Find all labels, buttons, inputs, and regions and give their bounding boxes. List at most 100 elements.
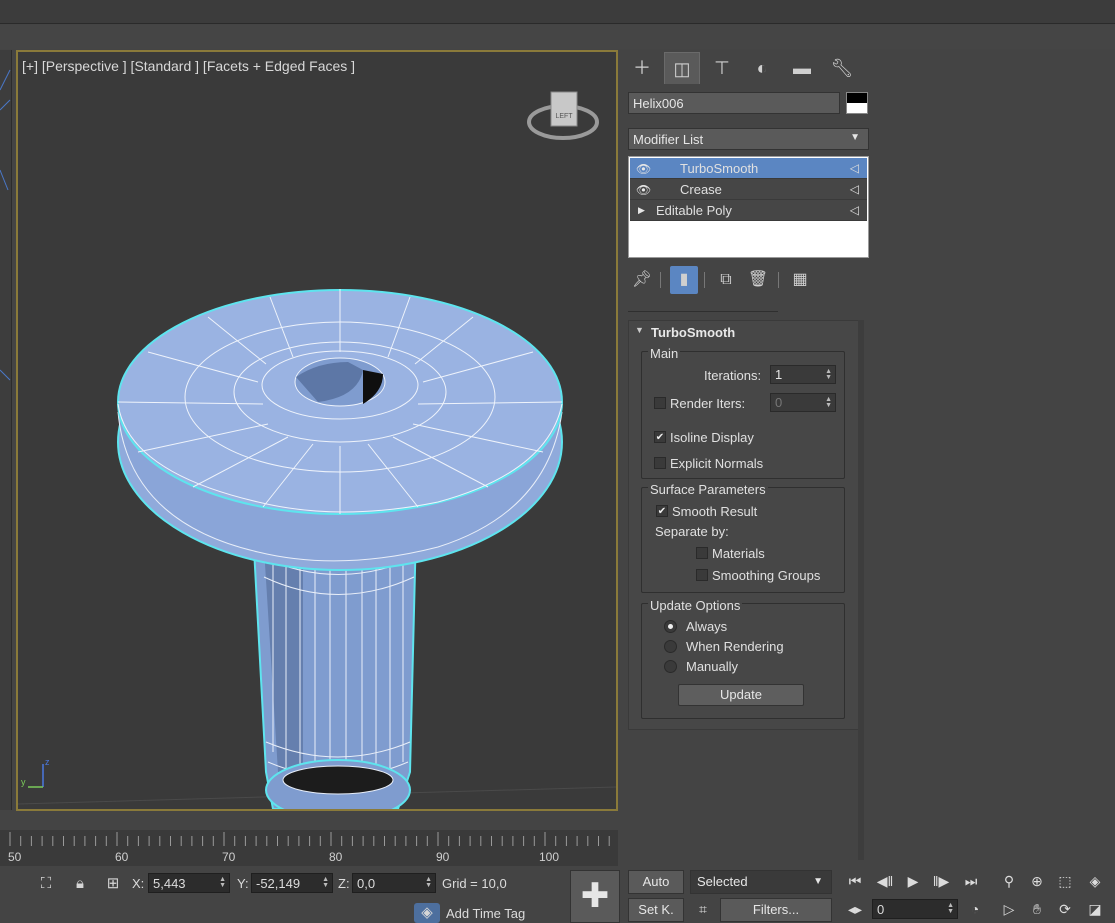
add-time-tag[interactable]: Add Time Tag (446, 906, 525, 921)
manually-radio[interactable] (664, 660, 677, 673)
timeline[interactable]: 50 60 70 80 90 100 (0, 830, 618, 866)
isolate-icon[interactable]: ⛶ (36, 874, 56, 894)
motion-tab[interactable]: ◐ (744, 52, 780, 84)
iterations-spinner[interactable]: 1 ▲ ▼ (770, 365, 836, 384)
svg-text:z: z (45, 757, 50, 767)
filters-button[interactable]: Filters... (720, 898, 832, 922)
motion-icon: ◐ (756, 58, 768, 78)
eye-icon[interactable]: 👁︎ (636, 162, 651, 176)
time-tag-icon[interactable]: ◈ (414, 903, 440, 923)
field-of-view-icon[interactable]: ▷ (998, 898, 1020, 920)
instance-icon: ◁ (849, 161, 859, 175)
always-label: Always (686, 619, 728, 634)
panel-scrollbar[interactable] (858, 320, 864, 860)
zoom-extents-icon[interactable]: ⬚ (1054, 870, 1076, 892)
lock-icon[interactable]: 🔒︎ (70, 874, 90, 894)
modifier-list-dropdown[interactable]: Modifier List ▼ (628, 128, 869, 150)
stack-item-turbosmooth[interactable]: 👁︎ TurboSmooth ◁ (630, 158, 867, 179)
y-coordinate-field[interactable]: -52,149 ▲ ▼ (251, 873, 333, 893)
smoothing-groups-checkbox[interactable] (696, 569, 708, 581)
materials-checkbox[interactable] (696, 547, 708, 559)
go-to-end-icon[interactable]: ⏭ (960, 870, 982, 892)
object-color-swatch[interactable] (846, 92, 868, 114)
isoline-display-checkbox[interactable]: ✔ (654, 431, 666, 443)
go-to-start-icon[interactable]: ⏮ (844, 870, 866, 892)
trash-icon[interactable]: 🗑︎ (744, 266, 772, 294)
key-mode-icon[interactable]: ◂▸ (844, 898, 866, 920)
separate-by-label: Separate by: (655, 524, 729, 539)
status-bar: ⛶ 🔒︎ ⊞ X: 5,443 ▲ ▼ Y: -52,149 ▲ ▼ Z: 0,0 ▲ ▼ … (0, 866, 570, 923)
instance-icon: ◁ (849, 203, 859, 217)
auto-key-button[interactable]: Auto (628, 870, 684, 894)
grid-readout: Grid = 10,0 (442, 876, 507, 891)
command-panel: ＋ ◫ ⊤ ◐ ▬ 🔧︎ Helix006 Modifier List ▼ 👁︎… (622, 50, 1115, 860)
x-label: X: (132, 876, 145, 891)
set-key-mode-button[interactable]: Set K. (628, 898, 684, 922)
smooth-result-checkbox[interactable]: ✔ (656, 505, 668, 517)
object-name-field[interactable]: Helix006 (628, 92, 840, 114)
when-rendering-radio[interactable] (664, 640, 677, 653)
y-label: Y: (237, 876, 249, 891)
zoom-extents-all-icon[interactable]: ◈ (1084, 870, 1106, 892)
display-tab[interactable]: ▬ (784, 52, 820, 84)
stack-item-crease[interactable]: 👁︎ Crease ◁ (630, 179, 867, 200)
hierarchy-tab[interactable]: ⊤ (704, 52, 740, 84)
collapse-icon[interactable]: ▼ (635, 325, 644, 335)
z-coordinate-field[interactable]: 0,0 ▲ ▼ (352, 873, 436, 893)
ribbon-strip (0, 25, 1115, 49)
left-viewport-edge (0, 50, 12, 810)
previous-frame-icon[interactable]: ◀‖ (874, 870, 896, 892)
pan-hand-icon[interactable]: ✋︎ (1026, 898, 1048, 920)
selected-dropdown[interactable]: Selected ▼ (690, 870, 832, 894)
instance-icon: ◁ (849, 182, 859, 196)
make-unique-icon[interactable]: ⧉ (712, 266, 740, 294)
zoom-icon[interactable]: ⚲ (998, 870, 1020, 892)
play-icon[interactable]: ▶ (902, 870, 924, 892)
show-end-result-icon[interactable]: ▮ (670, 266, 698, 294)
zoom-all-icon[interactable]: ⊕ (1026, 870, 1048, 892)
pin-stack-icon[interactable]: 📌︎ (628, 266, 656, 294)
orbit-icon[interactable]: ⟳ (1054, 898, 1076, 920)
group-title: Main (648, 346, 681, 361)
utilities-tab[interactable]: 🔧︎ (824, 52, 860, 84)
modify-tab[interactable]: ◫ (664, 52, 700, 84)
divider (628, 311, 778, 312)
stack-item-editable-poly[interactable]: ▶ Editable Poly ◁ (630, 200, 867, 221)
viewport-canvas[interactable]: LEFT z y (18, 52, 616, 809)
always-radio[interactable] (664, 620, 677, 633)
current-frame-field[interactable]: 0 ▲ ▼ (872, 899, 958, 919)
top-toolbar (0, 0, 1115, 24)
tick-label: 70 (222, 850, 236, 864)
time-config-icon[interactable]: ◔ (964, 898, 986, 920)
perspective-viewport[interactable]: LEFT z y [+] [Perspective ] [Standard ] … (16, 50, 618, 811)
viewport-label[interactable]: [+] [Perspective ] [Standard ] [Facets +… (22, 58, 355, 74)
svg-text:y: y (21, 777, 26, 787)
x-coordinate-field[interactable]: 5,443 ▲ ▼ (148, 873, 230, 893)
wrench-icon: 🔧︎ (830, 58, 854, 78)
maximize-viewport-icon[interactable]: ◪ (1084, 898, 1106, 920)
update-button[interactable]: Update (678, 684, 804, 706)
absolute-mode-icon[interactable]: ⊞ (103, 874, 123, 894)
group-title: Update Options (648, 598, 743, 613)
tick-label: 80 (329, 850, 343, 864)
modifier-stack[interactable]: 👁︎ TurboSmooth ◁ 👁︎ Crease ◁ ▶ Editable … (628, 156, 869, 258)
set-key-button[interactable]: ✚ (570, 870, 620, 923)
create-tab[interactable]: ＋ (624, 52, 660, 84)
rollout-title[interactable]: TurboSmooth (651, 325, 735, 340)
render-iters-checkbox[interactable] (654, 397, 666, 409)
configure-sets-icon[interactable]: ▦ (786, 266, 814, 294)
turbosmooth-rollout: ▼ TurboSmooth Main Iterations: 1 ▲ ▼ Rende… (628, 320, 859, 730)
next-frame-icon[interactable]: ‖▶ (930, 870, 952, 892)
expand-arrow-icon[interactable]: ▶ (638, 205, 645, 216)
materials-label: Materials (712, 546, 765, 561)
tick-label: 90 (436, 850, 450, 864)
key-filter-icon[interactable]: ⌗ (692, 898, 714, 920)
update-options-group: Update Options Always When Rendering Man… (641, 598, 845, 719)
render-iters-spinner[interactable]: 0 ▲ ▼ (770, 393, 836, 412)
explicit-normals-checkbox[interactable] (654, 457, 666, 469)
main-group: Main Iterations: 1 ▲ ▼ Render Iters: 0 ▲ ▼ ✔… (641, 346, 845, 479)
hierarchy-icon: ⊤ (714, 58, 730, 78)
axis-tripod: z y (21, 757, 50, 788)
isoline-display-label: Isoline Display (670, 430, 754, 445)
eye-icon[interactable]: 👁︎ (636, 183, 651, 197)
